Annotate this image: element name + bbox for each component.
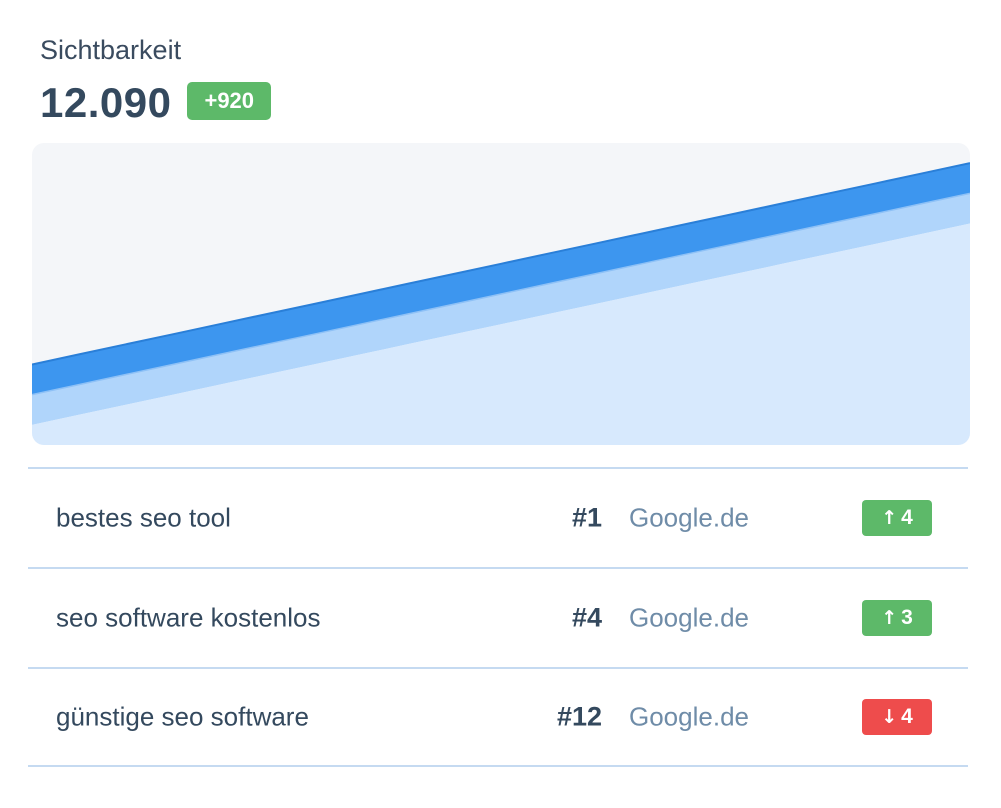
keyword-text: seo software kostenlos xyxy=(56,602,321,633)
keyword-row[interactable]: bestes seo tool #1 Google.de ↑ 4 xyxy=(28,467,968,567)
visibility-header: Sichtbarkeit 12.090 +920 xyxy=(40,34,272,128)
arrow-up-icon: ↑ xyxy=(881,607,898,629)
arrow-down-icon: ↓ xyxy=(881,706,898,728)
search-engine-link[interactable]: Google.de xyxy=(629,702,749,733)
keyword-rank: #1 xyxy=(571,502,602,533)
keyword-list: bestes seo tool #1 Google.de ↑ 4 seo sof… xyxy=(28,467,968,767)
keyword-text: bestes seo tool xyxy=(56,502,231,533)
rank-change-badge: ↑ 4 xyxy=(862,500,932,536)
keyword-row[interactable]: seo software kostenlos #4 Google.de ↑ 3 xyxy=(28,567,968,667)
visibility-change-badge: +920 xyxy=(187,82,272,120)
keyword-rank: #12 xyxy=(556,701,602,732)
visibility-chart xyxy=(32,143,970,445)
keyword-rank: #4 xyxy=(571,602,602,633)
search-engine-link[interactable]: Google.de xyxy=(629,603,749,634)
search-engine-link[interactable]: Google.de xyxy=(629,503,749,534)
rank-change-value: 4 xyxy=(901,506,913,529)
keyword-text: günstige seo software xyxy=(56,701,309,732)
arrow-up-icon: ↑ xyxy=(881,507,898,529)
rank-change-badge: ↑ 3 xyxy=(862,600,932,636)
visibility-label: Sichtbarkeit xyxy=(40,35,182,65)
rank-change-badge: ↓ 4 xyxy=(862,699,932,735)
visibility-value: 12.090 xyxy=(40,79,172,126)
rank-change-value: 4 xyxy=(901,705,913,728)
visibility-chart-svg xyxy=(32,162,970,445)
rank-change-value: 3 xyxy=(901,606,913,629)
visibility-value-row: 12.090 +920 xyxy=(40,78,272,128)
keyword-row[interactable]: günstige seo software #12 Google.de ↓ 4 xyxy=(28,667,968,767)
